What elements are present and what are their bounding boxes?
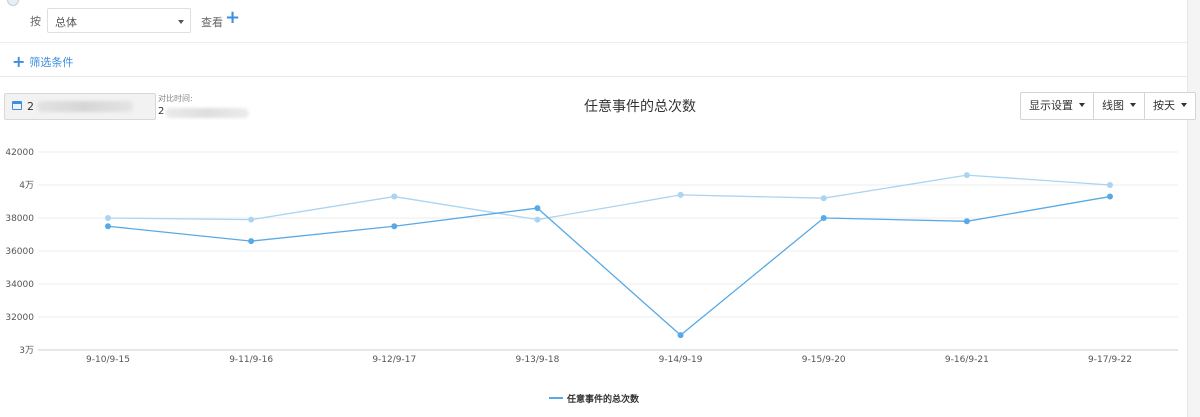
data-point-current — [391, 223, 398, 230]
step-indicator — [7, 0, 19, 6]
y-tick-label: 4万 — [19, 181, 34, 191]
y-tick-label: 3万 — [19, 346, 34, 356]
add-filter-label: 筛选条件 — [29, 56, 74, 69]
data-point-current — [248, 238, 255, 245]
add-group-button[interactable]: + — [225, 8, 240, 28]
x-tick-label: 9-13/9-18 — [515, 355, 559, 365]
data-point-compare — [963, 172, 970, 179]
granularity-label: 按天 — [1153, 99, 1175, 112]
vertical-scrollbar[interactable] — [1187, 0, 1200, 417]
y-tick-label: 32000 — [5, 313, 34, 323]
group-select-value: 总体 — [55, 16, 77, 29]
chart-type-button[interactable]: 线图 — [1094, 93, 1145, 119]
series-line-compare — [107, 174, 1111, 221]
legend-swatch — [549, 397, 563, 399]
y-tick-label: 42000 — [5, 148, 34, 158]
group-select[interactable]: 总体 — [47, 8, 191, 33]
data-point-current — [820, 215, 827, 221]
data-point-compare — [248, 216, 255, 223]
chevron-down-icon — [1130, 103, 1136, 107]
data-point-current — [677, 332, 684, 339]
data-point-current — [534, 205, 541, 212]
add-filter-button[interactable]: + 筛选条件 — [12, 52, 73, 71]
data-point-compare — [820, 195, 827, 202]
x-tick-label: 9-17/9-22 — [1088, 355, 1132, 365]
y-tick-label: 34000 — [5, 280, 34, 290]
data-point-current — [963, 218, 970, 225]
chevron-down-icon — [1079, 103, 1085, 107]
line-chart: 42000 4万 38000 36000 34000 32000 3万 9-10/9-15 9-… — [5, 148, 1178, 365]
group-by-label: 按 — [30, 15, 41, 28]
x-tick-label: 9-16/9-21 — [945, 355, 989, 365]
data-point-current — [105, 223, 111, 230]
group-bar: 按 总体 查看 + — [0, 0, 1188, 43]
x-tick-label: 9-14/9-19 — [659, 355, 703, 365]
display-settings-label: 显示设置 — [1029, 99, 1073, 112]
x-tick-label: 9-11/9-16 — [229, 355, 273, 365]
view-label: 查看 — [201, 16, 223, 29]
chart-type-label: 线图 — [1102, 99, 1124, 112]
data-point-compare — [1107, 182, 1113, 188]
y-tick-label: 38000 — [5, 214, 34, 224]
x-tick-label: 9-15/9-20 — [802, 355, 846, 365]
display-settings-button[interactable]: 显示设置 — [1021, 93, 1094, 119]
chart-controls: 显示设置 线图 按天 — [1020, 92, 1196, 120]
chevron-down-icon — [1181, 103, 1187, 107]
data-point-current — [1107, 193, 1113, 200]
chevron-down-icon — [178, 20, 184, 24]
data-point-compare — [391, 193, 398, 200]
series-line-current — [107, 195, 1111, 337]
chart-legend[interactable]: 任意事件的总次数 — [549, 392, 639, 405]
data-point-compare — [677, 191, 684, 198]
data-point-compare — [534, 216, 541, 223]
data-point-compare — [105, 215, 111, 221]
x-tick-label: 9-10/9-15 — [86, 355, 130, 365]
granularity-button[interactable]: 按天 — [1145, 93, 1195, 119]
y-tick-label: 36000 — [5, 247, 34, 257]
x-tick-label: 9-12/9-17 — [372, 355, 416, 365]
legend-label: 任意事件的总次数 — [567, 395, 640, 405]
plus-icon: + — [12, 52, 26, 71]
filter-bar: + 筛选条件 — [0, 42, 1188, 77]
